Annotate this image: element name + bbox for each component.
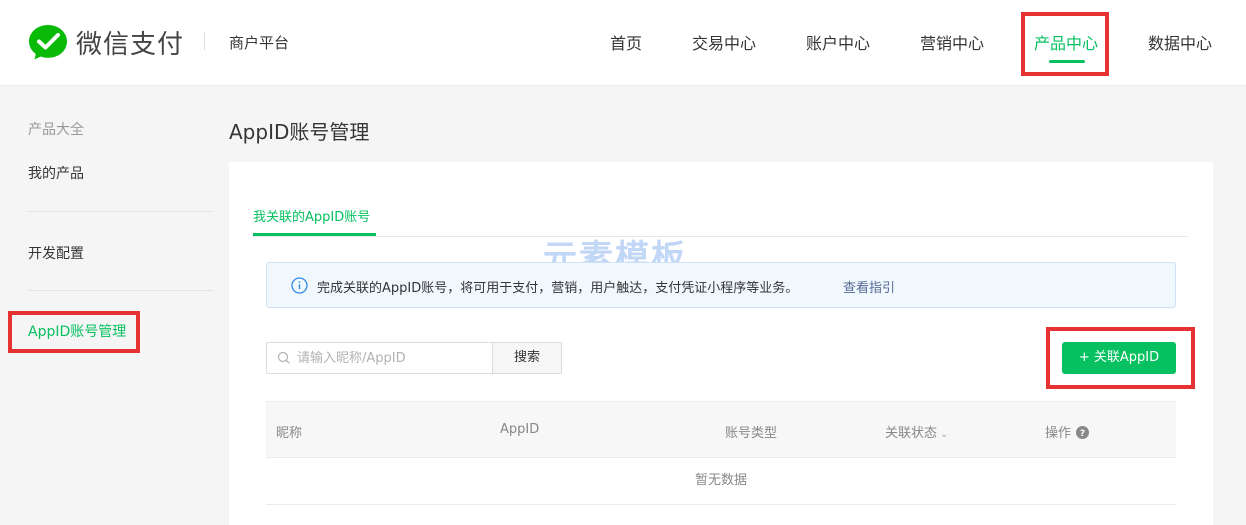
tab-linked-appid[interactable]: 我关联的AppID账号 bbox=[253, 206, 370, 225]
nav-home[interactable]: 首页 bbox=[610, 30, 642, 54]
column-nickname: 昵称 bbox=[276, 426, 303, 441]
svg-text:?: ? bbox=[1080, 429, 1085, 439]
sidebar-divider bbox=[28, 211, 213, 212]
column-appid: AppID bbox=[500, 422, 540, 437]
page-title: AppID账号管理 bbox=[229, 120, 370, 144]
info-notice: 完成关联的AppID账号，将可用于支付，营销，用户触达，支付凭证小程序等业务。 … bbox=[266, 262, 1176, 308]
sidebar-divider bbox=[28, 290, 213, 291]
search-button[interactable]: 搜索 bbox=[492, 342, 562, 374]
view-guide-link[interactable]: 查看指引 bbox=[843, 277, 895, 296]
tab-bar-divider bbox=[253, 236, 1188, 237]
info-icon bbox=[291, 277, 308, 294]
nav-account-center[interactable]: 账户中心 bbox=[806, 30, 870, 54]
sidebar-section-title: 产品大全 bbox=[28, 122, 84, 138]
chevron-down-icon: ⌄ bbox=[940, 429, 949, 440]
wechat-pay-logo-icon bbox=[29, 25, 67, 60]
search-box bbox=[266, 342, 493, 374]
tab-active-underline bbox=[253, 233, 376, 236]
sidebar-item-my-products[interactable]: 我的产品 bbox=[28, 163, 84, 183]
nav-data-center[interactable]: 数据中心 bbox=[1148, 30, 1212, 54]
column-account-type: 账号类型 bbox=[725, 426, 778, 441]
sidebar-item-dev-config[interactable]: 开发配置 bbox=[28, 243, 84, 263]
platform-name: 商户平台 bbox=[229, 34, 290, 52]
table-header: 昵称 AppID 账号类型 关联状态 ⌄ 操作? bbox=[266, 401, 1176, 458]
help-icon[interactable]: ? bbox=[1076, 426, 1090, 439]
brand-name: 微信支付 bbox=[76, 29, 185, 60]
column-link-status-label: 关联状态 bbox=[885, 426, 938, 441]
search-input[interactable] bbox=[297, 343, 487, 373]
column-actions: 操作? bbox=[1045, 422, 1090, 441]
highlight-box-sidebar bbox=[8, 311, 140, 353]
highlight-box-add-button bbox=[1046, 327, 1195, 389]
column-link-status[interactable]: 关联状态 ⌄ bbox=[885, 422, 948, 441]
search-icon bbox=[277, 351, 290, 364]
notice-text: 完成关联的AppID账号，将可用于支付，营销，用户触达，支付凭证小程序等业务。 bbox=[317, 281, 799, 296]
nav-marketing-center[interactable]: 营销中心 bbox=[920, 30, 984, 54]
header-divider bbox=[204, 32, 205, 50]
table-empty-state: 暂无数据 bbox=[266, 458, 1176, 505]
highlight-box-nav bbox=[1021, 12, 1109, 76]
brand-logo[interactable]: 微信支付 bbox=[28, 22, 184, 62]
nav-trade-center[interactable]: 交易中心 bbox=[692, 30, 756, 54]
column-actions-label: 操作 bbox=[1045, 426, 1072, 441]
